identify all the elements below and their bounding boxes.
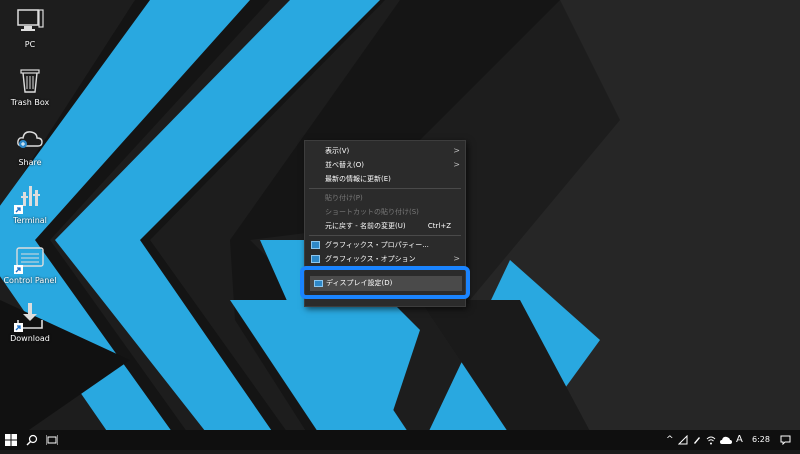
cloud-share-icon	[14, 124, 46, 156]
windows-start-icon[interactable]	[5, 430, 21, 450]
onedrive-cloud-icon[interactable]	[720, 430, 732, 450]
desktop-icon-label: Terminal	[13, 216, 47, 225]
desktop-icon-download[interactable]: Download	[2, 300, 58, 343]
desktop-icon-label: Trash Box	[10, 98, 50, 107]
desktop-icon-share[interactable]: Share	[2, 124, 58, 167]
network-icon[interactable]	[677, 430, 688, 450]
menu-item-graphics-properties[interactable]: グラフィックス・プロパティー...	[305, 238, 465, 252]
graphics-icon	[311, 241, 320, 249]
highlight-box	[300, 266, 470, 299]
desktop-icon-label: PC	[24, 40, 36, 49]
desktop-icon-label: Share	[18, 158, 42, 167]
taskbar: ^ A 6:28	[0, 430, 800, 450]
desktop-icon-trash-box[interactable]: Trash Box	[2, 64, 58, 107]
pen-icon[interactable]	[692, 430, 702, 450]
menu-separator	[309, 235, 461, 236]
menu-item-graphics-options[interactable]: グラフィックス・オプション >	[305, 252, 465, 266]
menu-item-shortcut: Ctrl+Z	[427, 222, 451, 230]
menu-item-undo-rename[interactable]: 元に戻す - 名前の変更(U) Ctrl+Z	[305, 219, 465, 233]
shortcut-arrow-icon	[14, 265, 23, 274]
menu-item-label: ショートカットの貼り付け(S)	[325, 208, 419, 216]
menu-item-label: 貼り付け(P)	[325, 194, 363, 202]
menu-item-paste-shortcut: ショートカットの貼り付け(S)	[305, 205, 465, 219]
submenu-arrow-icon: >	[453, 146, 460, 155]
menu-item-label: グラフィックス・プロパティー...	[325, 241, 429, 249]
submenu-arrow-icon: >	[453, 254, 460, 263]
menu-item-view[interactable]: 表示(V) >	[305, 144, 465, 158]
desktop-icon-control-panel[interactable]: Control Panel	[2, 242, 58, 285]
download-icon	[14, 300, 46, 332]
show-hidden-icons-chevron-icon[interactable]: ^	[666, 430, 674, 450]
desktop-icon-pc[interactable]: PC	[2, 6, 58, 49]
shortcut-arrow-icon	[14, 205, 23, 214]
menu-item-refresh[interactable]: 最新の情報に更新(E)	[305, 172, 465, 186]
menu-item-label: 並べ替え(O)	[325, 161, 364, 169]
menu-item-label: 表示(V)	[325, 147, 350, 155]
action-center-icon[interactable]	[780, 430, 792, 450]
menu-item-label: グラフィックス・オプション	[325, 255, 416, 263]
desktop-icon-label: Control Panel	[3, 276, 57, 285]
terminal-icon	[14, 182, 46, 214]
menu-item-label: 元に戻す - 名前の変更(U)	[325, 222, 406, 230]
desktop-icon-label: Download	[10, 334, 50, 343]
menu-separator	[309, 188, 461, 189]
wifi-icon[interactable]	[706, 430, 716, 450]
menu-item-paste: 貼り付け(P)	[305, 191, 465, 205]
control-panel-icon	[14, 242, 46, 274]
submenu-arrow-icon: >	[453, 160, 460, 169]
ime-mode-indicator[interactable]: A	[736, 430, 746, 450]
pc-icon	[14, 6, 46, 38]
menu-item-label: 最新の情報に更新(E)	[325, 175, 391, 183]
graphics-icon	[311, 255, 320, 263]
shortcut-arrow-icon	[14, 323, 23, 332]
task-view-icon[interactable]	[45, 430, 60, 450]
desktop-icon-terminal[interactable]: Terminal	[2, 182, 58, 225]
search-icon[interactable]	[26, 430, 40, 450]
trash-icon	[14, 64, 46, 96]
menu-item-sort[interactable]: 並べ替え(O) >	[305, 158, 465, 172]
clock[interactable]: 6:28	[752, 430, 774, 450]
